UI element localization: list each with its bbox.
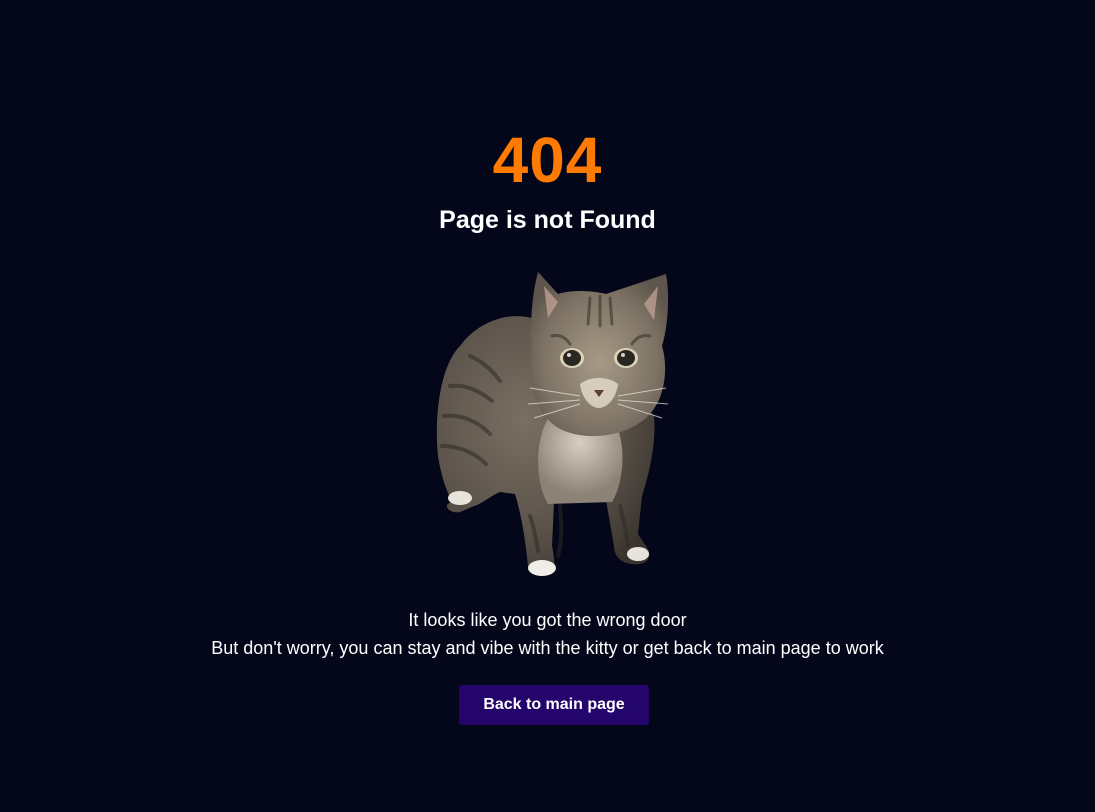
message: It looks like you got the wrong door But… [0, 606, 1095, 662]
error-title: Page is not Found [439, 206, 656, 234]
not-found-page: 404 Page is not Found It looks like you … [0, 0, 1095, 812]
message-line-1: It looks like you got the wrong door [408, 610, 687, 630]
error-code: 404 [492, 124, 603, 196]
cat-image [430, 266, 676, 582]
back-to-main-button[interactable]: Back to main page [459, 685, 649, 725]
message-line-2: But don't worry, you can stay and vibe w… [211, 638, 884, 658]
